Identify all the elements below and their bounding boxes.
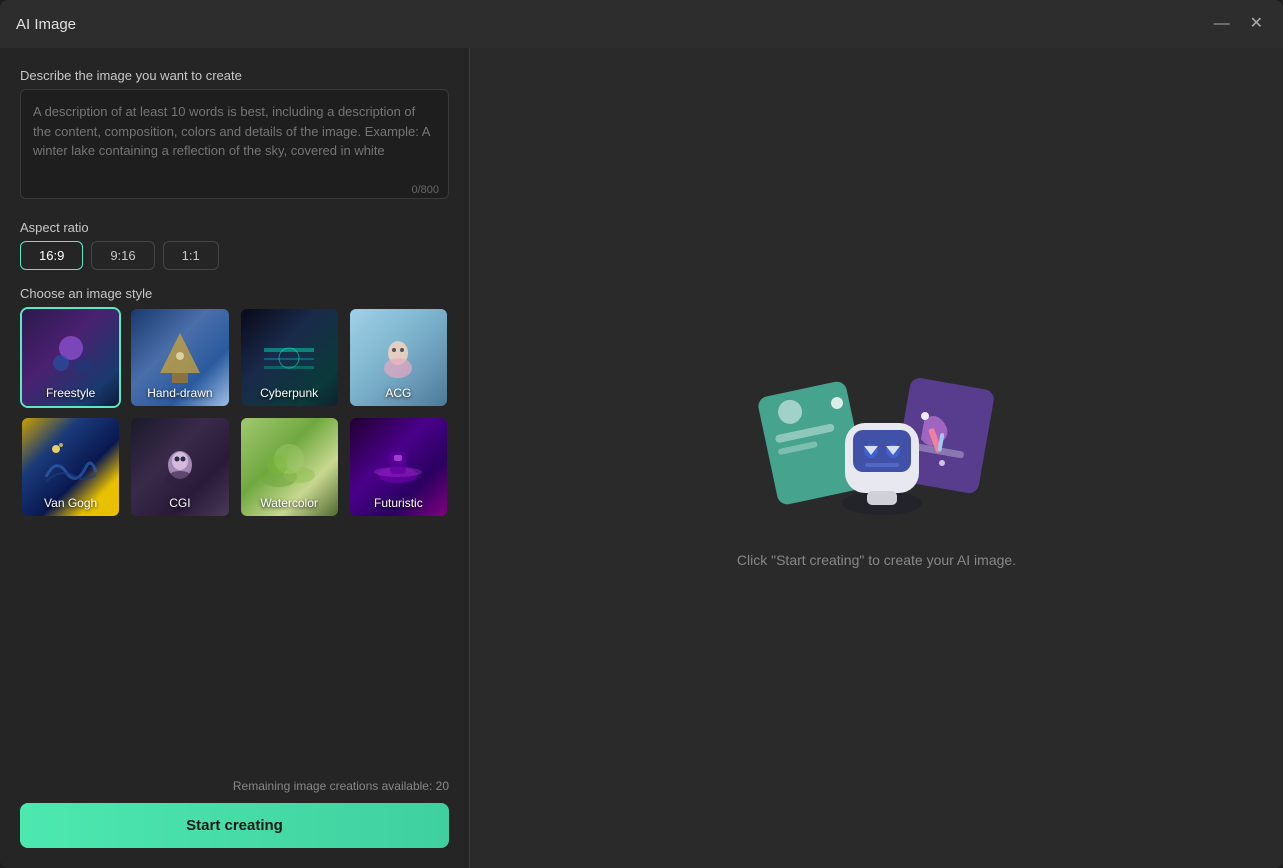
style-label-handdrawn: Hand-drawn — [131, 386, 228, 400]
app-window: AI Image — ✕ Describe the image you want… — [0, 0, 1283, 868]
left-panel: Describe the image you want to create 0/… — [0, 48, 470, 868]
style-label-cyberpunk: Cyberpunk — [241, 386, 338, 400]
style-item-cyberpunk[interactable]: Cyberpunk — [239, 307, 340, 408]
aspect-btn-1-1[interactable]: 1:1 — [163, 241, 219, 270]
style-grid: Freestyle Hand-drawn — [20, 307, 449, 518]
style-item-freestyle[interactable]: Freestyle — [20, 307, 121, 408]
style-label-futuristic: Futuristic — [350, 496, 447, 510]
title-bar: AI Image — ✕ — [0, 0, 1283, 48]
aspect-btn-9-16[interactable]: 9:16 — [91, 241, 154, 270]
style-item-watercolor[interactable]: Watercolor — [239, 416, 340, 517]
image-style-section: Choose an image style Freestyle — [20, 286, 449, 518]
window-controls: — ✕ — [1210, 14, 1267, 34]
textarea-wrapper: 0/800 — [20, 89, 449, 204]
description-label: Describe the image you want to create — [20, 68, 449, 83]
aspect-buttons: 16:9 9:16 1:1 — [20, 241, 449, 270]
main-content: Describe the image you want to create 0/… — [0, 48, 1283, 868]
style-label: Choose an image style — [20, 286, 449, 301]
left-bottom: Remaining image creations available: 20 … — [20, 779, 449, 848]
robot-illustration — [757, 348, 997, 528]
start-creating-button[interactable]: Start creating — [20, 803, 449, 848]
aspect-btn-16-9[interactable]: 16:9 — [20, 241, 83, 270]
style-label-cgi: CGI — [131, 496, 228, 510]
style-label-watercolor: Watercolor — [241, 496, 338, 510]
description-input[interactable] — [20, 89, 449, 199]
aspect-ratio-section: Aspect ratio 16:9 9:16 1:1 — [20, 220, 449, 270]
style-item-futuristic[interactable]: Futuristic — [348, 416, 449, 517]
close-button[interactable]: ✕ — [1246, 14, 1267, 34]
style-label-freestyle: Freestyle — [22, 386, 119, 400]
style-item-acg[interactable]: ACG — [348, 307, 449, 408]
style-item-cgi[interactable]: CGI — [129, 416, 230, 517]
description-section: Describe the image you want to create 0/… — [20, 68, 449, 204]
remaining-count: Remaining image creations available: 20 — [20, 779, 449, 793]
empty-state-text: Click "Start creating" to create your AI… — [737, 552, 1016, 568]
style-label-acg: ACG — [350, 386, 447, 400]
window-title: AI Image — [16, 16, 76, 33]
char-count: 0/800 — [411, 184, 439, 196]
style-label-vangogh: Van Gogh — [22, 496, 119, 510]
style-item-handdrawn[interactable]: Hand-drawn — [129, 307, 230, 408]
aspect-ratio-label: Aspect ratio — [20, 220, 449, 235]
right-panel: Click "Start creating" to create your AI… — [470, 48, 1283, 868]
style-item-vangogh[interactable]: Van Gogh — [20, 416, 121, 517]
minimize-button[interactable]: — — [1210, 14, 1234, 34]
